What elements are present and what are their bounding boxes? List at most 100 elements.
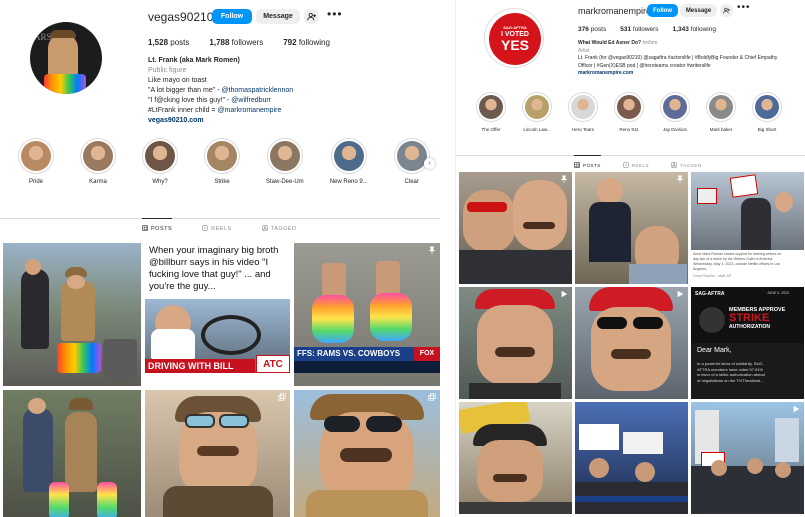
pin-icon <box>428 246 436 254</box>
post-tile[interactable] <box>575 287 688 399</box>
pin-icon <box>560 175 568 183</box>
highlight-cover <box>522 92 552 122</box>
mention-link[interactable]: @markromanempire <box>217 107 281 114</box>
post-tile[interactable] <box>3 243 141 386</box>
tab-posts[interactable]: POSTS <box>574 155 601 169</box>
highlight-label: Big Short <box>757 127 777 132</box>
highlight-item[interactable]: Big Short <box>752 92 782 132</box>
highlight-cover <box>476 92 506 122</box>
carousel-icon <box>278 393 286 401</box>
profile-username: vegas90210 <box>148 10 214 24</box>
video-banner: DRIVING WITH BILL <box>145 359 255 373</box>
highlight-cover <box>266 138 303 174</box>
posts-count[interactable]: 376 posts <box>578 26 606 33</box>
highlight-item[interactable]: The Offer <box>476 92 506 132</box>
mention-link[interactable]: @thomaspatricklennon <box>221 87 293 94</box>
message-button[interactable]: Message <box>680 4 717 17</box>
reels-icon <box>202 224 208 233</box>
bio-website-link[interactable]: markromanempire.com <box>578 70 803 78</box>
post-tile[interactable] <box>294 390 440 517</box>
bio-line: Like mayo on toast <box>148 77 207 84</box>
post-tile[interactable]: When your imaginary big broth @billburr … <box>145 243 290 386</box>
post-tile[interactable] <box>459 287 572 399</box>
highlight-item[interactable]: Staw-Dee-Um <box>266 138 304 185</box>
more-options-icon[interactable]: ••• <box>327 7 343 21</box>
video-icon <box>677 290 684 298</box>
post-tile[interactable] <box>459 402 572 514</box>
post-tile[interactable] <box>3 390 141 517</box>
post-brand: SAG-AFTRA <box>695 291 725 297</box>
strike-headline: MEMBERS APPROVE STRIKE AUTHORIZATION <box>729 307 786 330</box>
highlight-label: Clear <box>404 179 419 185</box>
highlight-item[interactable]: Karma <box>80 138 116 185</box>
highlight-label: Strike <box>214 179 230 185</box>
mention-link[interactable]: @wilfredburr <box>231 97 271 104</box>
followers-count[interactable]: 1,788 followers <box>209 38 263 47</box>
suggested-accounts-button[interactable] <box>304 9 319 24</box>
highlight-item[interactable]: Why? <box>142 138 178 185</box>
tab-reels[interactable]: REELS <box>623 155 649 169</box>
highlight-item[interactable]: Jay Division <box>660 92 690 132</box>
post-tile[interactable]: FFS: RAMS VS. COWBOYS FOX <box>294 243 440 386</box>
highlight-label: New Reno 9... <box>329 179 368 185</box>
followers-count[interactable]: 531 followers <box>620 26 658 33</box>
more-options-icon[interactable]: ••• <box>737 2 751 13</box>
highlight-label: Jay Division <box>662 127 687 132</box>
tab-tagged[interactable]: TAGGED <box>671 155 702 169</box>
tab-posts[interactable]: POSTS <box>142 218 173 233</box>
posts-count[interactable]: 1,528 posts <box>148 38 189 47</box>
bio-name: Lt. Frank (aka Mark Romen) <box>148 57 240 64</box>
avatar-yes-text: YES <box>500 37 529 53</box>
profile-avatar[interactable]: ARS <box>30 22 102 94</box>
bio-line: "I f@cking love this guy!" - @wilfredbur… <box>148 97 272 104</box>
follow-button[interactable]: Follow <box>212 9 252 24</box>
post-tile[interactable] <box>459 172 572 284</box>
highlight-item[interactable]: Pride <box>18 138 54 185</box>
highlight-label: Hero Tears <box>572 127 594 132</box>
tab-reels[interactable]: REELS <box>202 218 232 233</box>
highlight-cover <box>568 92 598 122</box>
bio-line: Officer | #Gen(X)ESB pod | @heroteamu cr… <box>578 62 711 69</box>
network-logo: FOX <box>414 347 440 361</box>
post-tile[interactable] <box>145 390 290 517</box>
avatar-brand-text: SAG·AFTRA <box>503 25 527 30</box>
message-button[interactable]: Message <box>256 9 300 24</box>
tab-label: POSTS <box>583 163 601 168</box>
add-person-icon <box>307 12 316 21</box>
highlight-item[interactable]: New Reno 9... <box>330 138 368 185</box>
tab-tagged[interactable]: TAGGED <box>262 218 297 233</box>
highlight-item[interactable]: Hero Tears <box>568 92 598 132</box>
post-tile[interactable] <box>575 172 688 284</box>
reels-icon <box>623 161 629 169</box>
post-tile[interactable]: Actor Mark Roman shows support for strik… <box>691 172 804 284</box>
photo-caption: Actor Mark Roman shows support for strik… <box>693 252 782 278</box>
profile-avatar[interactable]: SAG·AFTRA I VOTED YES <box>484 8 544 68</box>
following-count[interactable]: 1,343 following <box>673 26 716 33</box>
highlight-item[interactable]: Mark baker <box>706 92 736 132</box>
post-tile[interactable] <box>575 402 688 514</box>
left-profile-panel: ARS vegas90210 Follow Message ••• 1,528 … <box>0 0 440 517</box>
follow-button[interactable]: Follow <box>647 4 678 17</box>
bio-website-link[interactable]: vegas90210.com <box>148 116 428 126</box>
story-highlights: The Offer Lincoln Law... Hero Tears Reno 91… <box>476 92 782 132</box>
highlights-next-arrow[interactable]: › <box>424 158 435 169</box>
suggested-accounts-button[interactable] <box>720 4 733 17</box>
post-tile[interactable]: SAG-AFTRA JUNE 5, 2023 MEMBERS APPROVE S… <box>691 287 804 399</box>
highlight-item[interactable]: Reno 911 <box>614 92 644 132</box>
bio-line: Lt. Frank (for @vegas90210) @sagaftra #a… <box>578 55 778 61</box>
profile-tabs: POSTS REELS TAGGED <box>142 218 297 233</box>
profile-stats: 376 posts 531 followers 1,343 following <box>578 26 716 33</box>
post-tile[interactable] <box>691 402 804 514</box>
bio-line: #LtFrank inner child = @markromanempire <box>148 107 282 114</box>
right-profile-panel: SAG·AFTRA I VOTED YES markromanempire Fo… <box>455 0 805 517</box>
highlight-item[interactable]: Strike <box>204 138 240 185</box>
highlight-item[interactable]: Lincoln Law... <box>522 92 552 132</box>
bio-headline: What Would Ed Asner Do? <box>578 40 642 46</box>
letter-greeting: Dear Mark, <box>697 347 732 354</box>
highlight-label: Karma <box>89 179 107 185</box>
bio-line: "A lot bigger than me" - @thomaspatrickl… <box>148 87 294 94</box>
following-count[interactable]: 792 following <box>283 38 330 47</box>
posts-grid: When your imaginary big broth @billburr … <box>3 243 440 517</box>
bio-category: Public figure <box>148 67 187 74</box>
news-ticker: FFS: RAMS VS. COWBOYS <box>294 347 414 361</box>
